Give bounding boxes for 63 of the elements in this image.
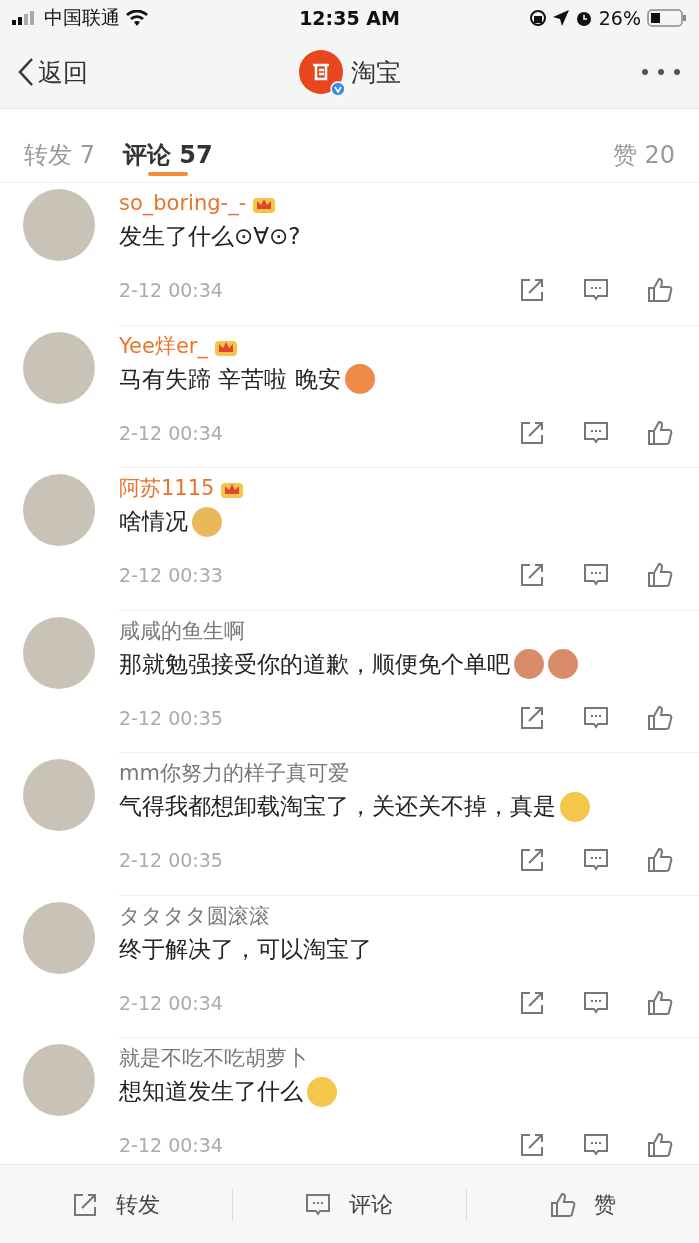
tab[interactable]: 评论 57 — [122, 109, 213, 179]
location-arrow-icon — [552, 10, 569, 26]
comment-icon[interactable] — [583, 848, 609, 873]
comment-text: 终于解决了，可以淘宝了 — [119, 934, 372, 964]
like-icon[interactable] — [647, 847, 673, 874]
more-icon[interactable] — [641, 68, 681, 76]
alarm-clock-icon — [574, 9, 593, 27]
carrier-name: 中国联通 — [44, 5, 120, 30]
comment-text: 马有失蹄 辛苦啦 晚安 — [119, 364, 341, 394]
repost-icon[interactable] — [519, 704, 545, 731]
comment-time: 2-12 00:34 — [119, 1134, 224, 1157]
repost-icon[interactable] — [519, 562, 545, 589]
comment-time: 2-12 00:35 — [119, 706, 224, 729]
repost-button[interactable]: 转发 — [0, 1165, 233, 1243]
username[interactable]: 咸咸的鱼生啊 — [119, 616, 245, 645]
chevron-left-icon — [18, 57, 34, 87]
like-icon[interactable] — [647, 419, 673, 446]
comment-time: 2-12 00:34 — [119, 991, 224, 1014]
page-title: 淘宝 — [350, 56, 401, 89]
like-icon[interactable] — [647, 989, 673, 1016]
comment-time: 2-12 00:33 — [119, 564, 224, 587]
comment-icon[interactable] — [583, 563, 609, 588]
wifi-icon — [126, 10, 148, 26]
comment-icon[interactable] — [583, 420, 609, 445]
like-icon[interactable] — [647, 1132, 673, 1159]
like-button[interactable]: 赞 — [466, 1165, 699, 1243]
repost-icon[interactable] — [519, 1132, 545, 1159]
repost-icon — [72, 1192, 99, 1218]
repost-icon[interactable] — [519, 419, 545, 446]
comment-text: 气得我都想卸载淘宝了，关还关不掉，真是 — [119, 792, 556, 822]
back-button[interactable]: 返回 — [18, 55, 88, 89]
repost-icon[interactable] — [519, 989, 545, 1016]
comment-button[interactable]: 评论 — [233, 1165, 466, 1243]
username[interactable]: 阿苏1115 — [119, 474, 215, 502]
like-icon — [549, 1192, 576, 1218]
username[interactable]: タタタタ圆滚滚 — [119, 901, 270, 930]
comment-icon — [305, 1193, 332, 1217]
comment-text: 啥情况 — [119, 507, 188, 537]
username[interactable]: so_boring-_- — [119, 190, 247, 215]
battery-icon — [647, 9, 687, 27]
tab[interactable]: 赞 20 — [612, 109, 675, 179]
comment-icon[interactable] — [583, 990, 609, 1015]
comment-icon[interactable] — [583, 1133, 609, 1158]
comment-icon[interactable] — [583, 705, 609, 730]
comment-text: 发生了什么⊙∀⊙? — [119, 221, 301, 251]
username[interactable]: Yee烊er_ — [119, 331, 208, 360]
like-icon[interactable] — [647, 277, 673, 304]
tab[interactable]: 转发 7 — [24, 109, 95, 179]
clock: 12:35 AM — [299, 7, 400, 29]
like-icon[interactable] — [647, 562, 673, 589]
comment-text: 想知道发生了什么 — [119, 1077, 303, 1107]
comment-icon[interactable] — [583, 278, 609, 303]
username[interactable]: mm你努力的样子真可爱 — [119, 759, 349, 787]
battery-percent: 26% — [598, 7, 641, 29]
like-icon[interactable] — [647, 704, 673, 731]
comment-time: 2-12 00:35 — [119, 849, 224, 872]
comment-time: 2-12 00:34 — [119, 279, 224, 302]
username[interactable]: 就是不吃不吃胡萝卜 — [119, 1044, 308, 1072]
comment-time: 2-12 00:34 — [119, 421, 224, 444]
repost-icon[interactable] — [519, 277, 545, 304]
repost-icon[interactable] — [519, 847, 545, 874]
comment-text: 那就勉强接受你的道歉，顺便免个单吧 — [119, 649, 510, 679]
rotation-lock-icon — [528, 9, 547, 27]
